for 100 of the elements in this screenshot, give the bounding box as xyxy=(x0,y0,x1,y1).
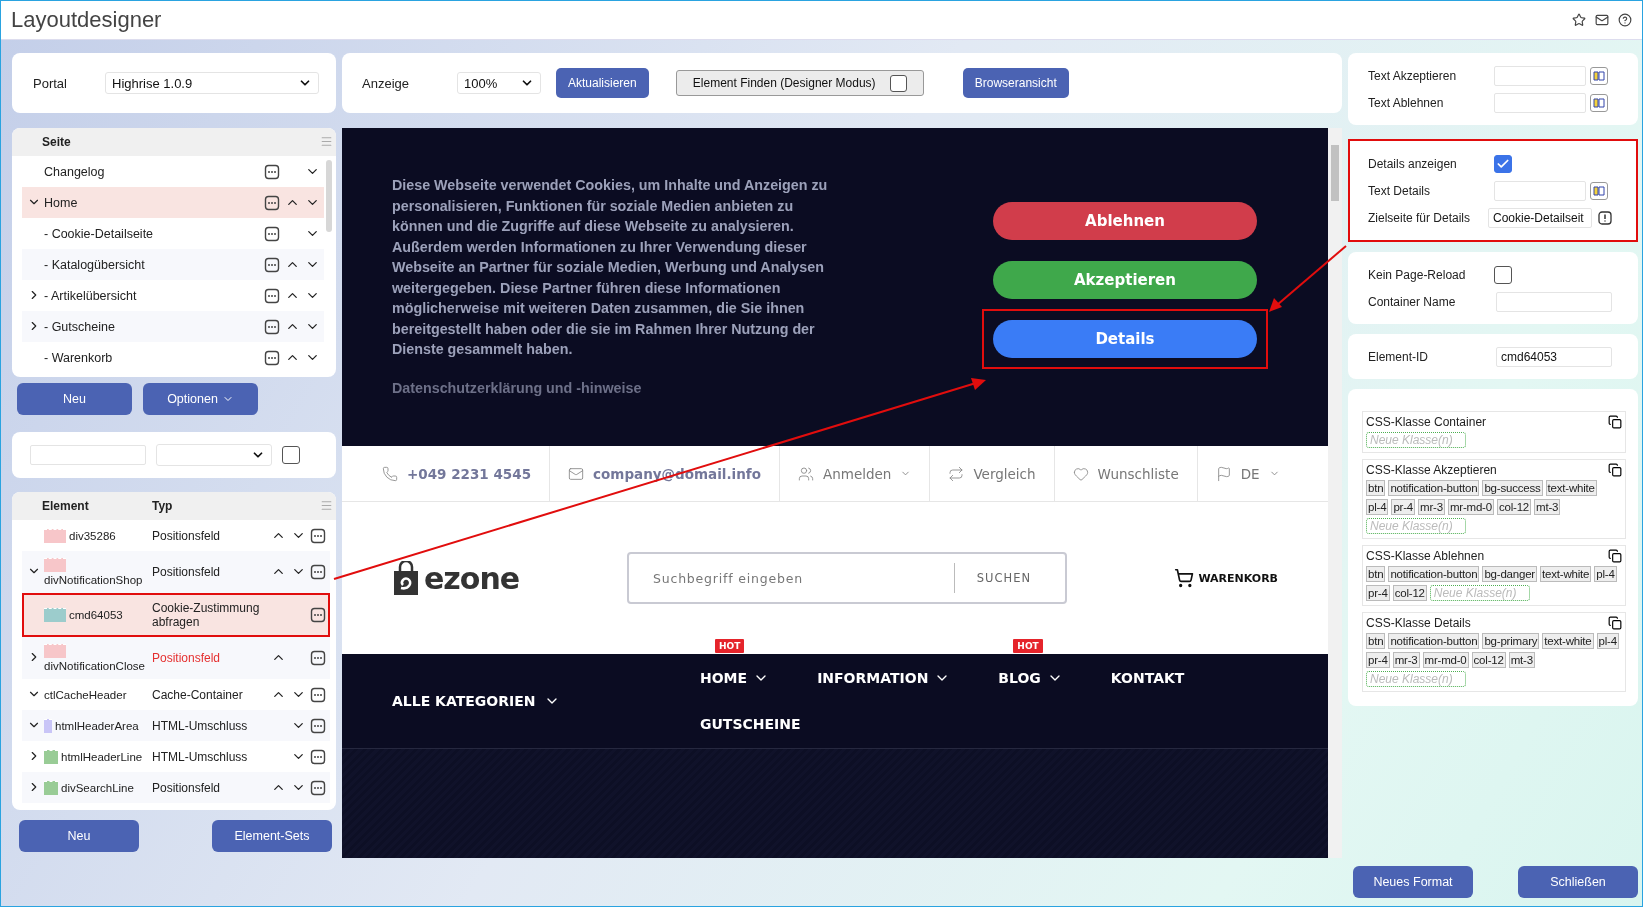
class-tag[interactable]: mr-3 xyxy=(1418,499,1445,515)
cart-icon[interactable] xyxy=(1174,568,1195,588)
filter-field[interactable] xyxy=(30,445,146,465)
toolbar-button[interactable]: Optionen xyxy=(143,383,258,415)
nav-link[interactable]: KONTAKT xyxy=(1110,670,1185,686)
text-field[interactable] xyxy=(1494,180,1586,201)
class-tag[interactable]: col-12 xyxy=(1496,499,1532,515)
more-icon[interactable] xyxy=(310,564,326,580)
new-class-field[interactable]: Neue Klasse(n) xyxy=(1366,518,1466,534)
more-icon[interactable] xyxy=(264,256,280,273)
cart-link[interactable]: WARENKORB xyxy=(1198,571,1278,585)
class-tag[interactable]: mr-md-0 xyxy=(1422,652,1469,668)
more-icon[interactable] xyxy=(310,650,326,666)
footer-button[interactable]: Neues Format xyxy=(1353,866,1473,898)
nav-link[interactable]: GUTSCHEINE xyxy=(700,716,801,732)
tree-row[interactable]: divNotificationClose Positionsfeld xyxy=(22,637,330,679)
more-icon[interactable] xyxy=(264,318,280,335)
new-class-field[interactable]: Neue Klasse(n) xyxy=(1429,585,1530,601)
mail-icon[interactable] xyxy=(1595,13,1609,27)
class-tag[interactable]: notification-button xyxy=(1388,480,1480,496)
class-tag[interactable]: mt-3 xyxy=(1508,652,1535,668)
search-field[interactable]: Suchbegriff eingeben SUCHEN xyxy=(627,552,1067,604)
class-tag[interactable]: pr-4 xyxy=(1366,652,1390,668)
topbar-link[interactable]: Anmelden xyxy=(822,465,892,482)
new-class-field[interactable]: Neue Klasse(n) xyxy=(1366,671,1466,687)
class-tag[interactable]: col-12 xyxy=(1392,585,1427,601)
search-button[interactable]: SUCHEN xyxy=(953,563,1065,593)
info-icon[interactable] xyxy=(1596,208,1614,227)
nav-link[interactable]: ALLE KATEGORIEN xyxy=(392,693,536,709)
privacy-link[interactable]: Datenschutzerklärung und -hinweise xyxy=(392,379,832,396)
more-icon[interactable] xyxy=(310,748,326,765)
tree-row[interactable]: cmd64053 Cookie-Zustimmung abfragen xyxy=(22,593,330,637)
class-tag[interactable]: bg-primary xyxy=(1482,633,1540,649)
tree-row[interactable]: - Gutscheine xyxy=(22,311,324,342)
class-tag[interactable]: text-white xyxy=(1540,566,1592,582)
text-field[interactable] xyxy=(1494,92,1586,113)
class-tag[interactable]: bg-success xyxy=(1482,480,1543,496)
toolbar-button[interactable]: Neu xyxy=(17,383,132,415)
checkbox[interactable] xyxy=(282,446,300,464)
class-tag[interactable]: col-12 xyxy=(1471,652,1506,668)
cookie-button[interactable]: Details xyxy=(993,320,1257,358)
text-field[interactable] xyxy=(1494,65,1586,86)
tree-row[interactable]: - Katalogübersicht xyxy=(22,249,324,280)
zoom-select[interactable]: 100% xyxy=(457,72,541,94)
checkbox[interactable] xyxy=(1494,154,1512,173)
copy-icon[interactable] xyxy=(1608,463,1622,477)
class-tag[interactable]: btn xyxy=(1366,480,1386,496)
text-field[interactable] xyxy=(1496,291,1612,312)
class-tag[interactable]: mt-3 xyxy=(1534,499,1561,515)
tree-row[interactable]: Home xyxy=(22,187,324,218)
finder-toggle[interactable]: Element Finden (Designer Modus) xyxy=(675,70,924,96)
portal-select[interactable]: Highrise 1.0.9 xyxy=(105,72,319,94)
copy-icon[interactable] xyxy=(1608,415,1622,429)
text-field[interactable]: cmd64053 xyxy=(1496,346,1612,367)
class-tag[interactable]: pl-4 xyxy=(1594,566,1617,582)
nav-link[interactable]: INFORMATION xyxy=(817,670,929,686)
toolbar-button[interactable]: Element-Sets xyxy=(212,820,332,852)
tree-row[interactable]: htmlHeaderArea HTML-Umschluss xyxy=(22,710,330,741)
checkbox[interactable] xyxy=(1494,265,1512,284)
class-tag[interactable]: btn xyxy=(1366,633,1386,649)
nav-link[interactable]: HOME xyxy=(700,670,748,686)
tree-row[interactable]: divSearchLine Positionsfeld xyxy=(22,772,330,803)
more-icon[interactable] xyxy=(310,607,326,623)
copy-icon[interactable] xyxy=(1608,616,1622,630)
class-tag[interactable]: notification-button xyxy=(1388,566,1480,582)
copy-icon[interactable] xyxy=(1608,549,1622,563)
tree-row[interactable]: divNotificationShop Positionsfeld xyxy=(22,551,330,593)
class-tag[interactable]: pl-4 xyxy=(1366,499,1389,515)
star-icon[interactable] xyxy=(1572,13,1586,27)
class-tag[interactable]: pr-4 xyxy=(1366,585,1390,601)
class-tag[interactable]: text-white xyxy=(1542,633,1594,649)
more-icon[interactable] xyxy=(310,717,326,734)
more-icon[interactable] xyxy=(264,287,280,304)
refresh-button[interactable]: Aktualisieren xyxy=(556,68,649,98)
class-tag[interactable]: mr-3 xyxy=(1392,652,1420,668)
topbar-link[interactable]: Wunschliste xyxy=(1097,465,1179,482)
checkbox[interactable] xyxy=(889,74,907,92)
class-tag[interactable]: text-white xyxy=(1545,480,1597,496)
class-tag[interactable]: btn xyxy=(1366,566,1386,582)
translate-icon[interactable] xyxy=(1590,181,1608,200)
more-icon[interactable] xyxy=(264,163,280,180)
help-icon[interactable] xyxy=(1618,13,1632,27)
browser-view-button[interactable]: Browseransicht xyxy=(962,68,1069,98)
scrollbar[interactable] xyxy=(1328,128,1342,858)
more-icon[interactable] xyxy=(264,225,280,242)
more-icon[interactable] xyxy=(310,779,326,796)
toolbar-button[interactable]: Neu xyxy=(19,820,139,852)
topbar-link[interactable]: Vergleich xyxy=(973,465,1036,482)
translate-icon[interactable] xyxy=(1590,93,1608,112)
nav-link[interactable]: BLOG xyxy=(998,670,1041,686)
class-tag[interactable]: mr-md-0 xyxy=(1447,499,1494,515)
topbar-link[interactable]: +049 2231 4545 xyxy=(407,465,532,482)
more-icon[interactable] xyxy=(310,527,326,544)
footer-button[interactable]: Schließen xyxy=(1518,866,1638,898)
new-class-field[interactable]: Neue Klasse(n) xyxy=(1366,432,1466,448)
class-tag[interactable]: pr-4 xyxy=(1391,499,1416,515)
class-tag[interactable]: pl-4 xyxy=(1596,633,1619,649)
translate-icon[interactable] xyxy=(1590,66,1608,85)
more-icon[interactable] xyxy=(264,194,280,211)
more-icon[interactable] xyxy=(264,349,280,366)
